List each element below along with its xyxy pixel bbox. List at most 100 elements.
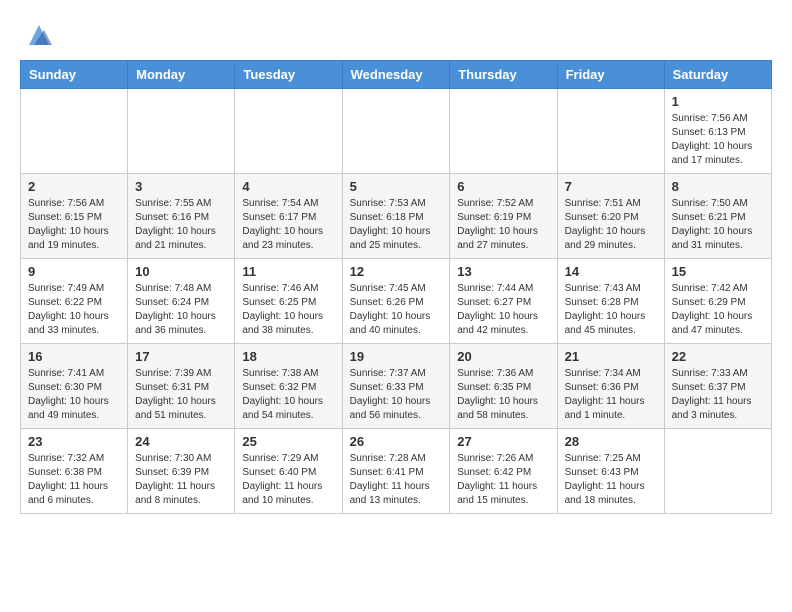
day-info: Sunrise: 7:25 AM Sunset: 6:43 PM Dayligh… bbox=[565, 452, 657, 508]
day-number: 19 bbox=[350, 349, 443, 364]
day-info: Sunrise: 7:52 AM Sunset: 6:19 PM Dayligh… bbox=[457, 197, 549, 253]
day-header-saturday: Saturday bbox=[664, 61, 771, 89]
days-of-week-row: SundayMondayTuesdayWednesdayThursdayFrid… bbox=[21, 61, 772, 89]
day-number: 26 bbox=[350, 434, 443, 449]
day-number: 1 bbox=[672, 94, 764, 109]
calendar-cell bbox=[21, 89, 128, 174]
day-header-friday: Friday bbox=[557, 61, 664, 89]
calendar-cell: 26 Sunrise: 7:28 AM Sunset: 6:41 PM Dayli… bbox=[342, 429, 450, 514]
day-info: Sunrise: 7:29 AM Sunset: 6:40 PM Dayligh… bbox=[242, 452, 334, 508]
day-info: Sunrise: 7:39 AM Sunset: 6:31 PM Dayligh… bbox=[135, 367, 227, 423]
calendar-cell: 13 Sunrise: 7:44 AM Sunset: 6:27 PM Dayli… bbox=[450, 259, 557, 344]
page-header bbox=[20, 20, 772, 50]
day-info: Sunrise: 7:51 AM Sunset: 6:20 PM Dayligh… bbox=[565, 197, 657, 253]
day-number: 6 bbox=[457, 179, 549, 194]
calendar-cell bbox=[342, 89, 450, 174]
day-number: 3 bbox=[135, 179, 227, 194]
day-number: 7 bbox=[565, 179, 657, 194]
day-info: Sunrise: 7:50 AM Sunset: 6:21 PM Dayligh… bbox=[672, 197, 764, 253]
calendar-cell: 5 Sunrise: 7:53 AM Sunset: 6:18 PM Daylig… bbox=[342, 174, 450, 259]
calendar-cell: 22 Sunrise: 7:33 AM Sunset: 6:37 PM Dayli… bbox=[664, 344, 771, 429]
day-header-wednesday: Wednesday bbox=[342, 61, 450, 89]
calendar-cell: 1 Sunrise: 7:56 AM Sunset: 6:13 PM Daylig… bbox=[664, 89, 771, 174]
day-info: Sunrise: 7:56 AM Sunset: 6:13 PM Dayligh… bbox=[672, 112, 764, 168]
calendar-cell: 25 Sunrise: 7:29 AM Sunset: 6:40 PM Dayli… bbox=[235, 429, 342, 514]
calendar-cell: 11 Sunrise: 7:46 AM Sunset: 6:25 PM Dayli… bbox=[235, 259, 342, 344]
calendar-cell: 28 Sunrise: 7:25 AM Sunset: 6:43 PM Dayli… bbox=[557, 429, 664, 514]
day-info: Sunrise: 7:37 AM Sunset: 6:33 PM Dayligh… bbox=[350, 367, 443, 423]
day-number: 12 bbox=[350, 264, 443, 279]
calendar-week-3: 9 Sunrise: 7:49 AM Sunset: 6:22 PM Daylig… bbox=[21, 259, 772, 344]
day-number: 21 bbox=[565, 349, 657, 364]
day-header-monday: Monday bbox=[128, 61, 235, 89]
day-number: 27 bbox=[457, 434, 549, 449]
calendar-cell: 27 Sunrise: 7:26 AM Sunset: 6:42 PM Dayli… bbox=[450, 429, 557, 514]
day-info: Sunrise: 7:53 AM Sunset: 6:18 PM Dayligh… bbox=[350, 197, 443, 253]
calendar-cell: 23 Sunrise: 7:32 AM Sunset: 6:38 PM Dayli… bbox=[21, 429, 128, 514]
day-number: 14 bbox=[565, 264, 657, 279]
day-info: Sunrise: 7:33 AM Sunset: 6:37 PM Dayligh… bbox=[672, 367, 764, 423]
day-header-tuesday: Tuesday bbox=[235, 61, 342, 89]
day-info: Sunrise: 7:42 AM Sunset: 6:29 PM Dayligh… bbox=[672, 282, 764, 338]
day-number: 9 bbox=[28, 264, 120, 279]
day-info: Sunrise: 7:46 AM Sunset: 6:25 PM Dayligh… bbox=[242, 282, 334, 338]
calendar-cell: 2 Sunrise: 7:56 AM Sunset: 6:15 PM Daylig… bbox=[21, 174, 128, 259]
day-info: Sunrise: 7:43 AM Sunset: 6:28 PM Dayligh… bbox=[565, 282, 657, 338]
calendar-cell: 7 Sunrise: 7:51 AM Sunset: 6:20 PM Daylig… bbox=[557, 174, 664, 259]
calendar-cell: 8 Sunrise: 7:50 AM Sunset: 6:21 PM Daylig… bbox=[664, 174, 771, 259]
calendar-week-4: 16Sunrise: 7:41 AM Sunset: 6:30 PM Dayli… bbox=[21, 344, 772, 429]
day-info: Sunrise: 7:30 AM Sunset: 6:39 PM Dayligh… bbox=[135, 452, 227, 508]
calendar-cell bbox=[235, 89, 342, 174]
day-info: Sunrise: 7:56 AM Sunset: 6:15 PM Dayligh… bbox=[28, 197, 120, 253]
calendar-week-2: 2 Sunrise: 7:56 AM Sunset: 6:15 PM Daylig… bbox=[21, 174, 772, 259]
calendar-cell: 14 Sunrise: 7:43 AM Sunset: 6:28 PM Dayli… bbox=[557, 259, 664, 344]
calendar-cell: 10 Sunrise: 7:48 AM Sunset: 6:24 PM Dayli… bbox=[128, 259, 235, 344]
logo-icon bbox=[24, 20, 54, 50]
day-number: 2 bbox=[28, 179, 120, 194]
calendar-cell: 19 Sunrise: 7:37 AM Sunset: 6:33 PM Dayli… bbox=[342, 344, 450, 429]
logo bbox=[20, 20, 54, 50]
day-header-sunday: Sunday bbox=[21, 61, 128, 89]
calendar-cell: 12Sunrise: 7:45 AM Sunset: 6:26 PM Dayli… bbox=[342, 259, 450, 344]
day-info: Sunrise: 7:44 AM Sunset: 6:27 PM Dayligh… bbox=[457, 282, 549, 338]
calendar-body: 1 Sunrise: 7:56 AM Sunset: 6:13 PM Daylig… bbox=[21, 89, 772, 514]
day-info: Sunrise: 7:49 AM Sunset: 6:22 PM Dayligh… bbox=[28, 282, 120, 338]
day-info: Sunrise: 7:34 AM Sunset: 6:36 PM Dayligh… bbox=[565, 367, 657, 423]
day-info: Sunrise: 7:26 AM Sunset: 6:42 PM Dayligh… bbox=[457, 452, 549, 508]
calendar-header: SundayMondayTuesdayWednesdayThursdayFrid… bbox=[21, 61, 772, 89]
day-info: Sunrise: 7:28 AM Sunset: 6:41 PM Dayligh… bbox=[350, 452, 443, 508]
day-number: 28 bbox=[565, 434, 657, 449]
calendar-cell: 20Sunrise: 7:36 AM Sunset: 6:35 PM Dayli… bbox=[450, 344, 557, 429]
calendar-cell: 3 Sunrise: 7:55 AM Sunset: 6:16 PM Daylig… bbox=[128, 174, 235, 259]
calendar-cell bbox=[128, 89, 235, 174]
calendar-cell bbox=[557, 89, 664, 174]
calendar-week-1: 1 Sunrise: 7:56 AM Sunset: 6:13 PM Daylig… bbox=[21, 89, 772, 174]
day-info: Sunrise: 7:48 AM Sunset: 6:24 PM Dayligh… bbox=[135, 282, 227, 338]
day-number: 4 bbox=[242, 179, 334, 194]
calendar-cell bbox=[450, 89, 557, 174]
day-number: 10 bbox=[135, 264, 227, 279]
day-number: 13 bbox=[457, 264, 549, 279]
calendar-cell: 6 Sunrise: 7:52 AM Sunset: 6:19 PM Daylig… bbox=[450, 174, 557, 259]
calendar-cell bbox=[664, 429, 771, 514]
calendar-table: SundayMondayTuesdayWednesdayThursdayFrid… bbox=[20, 60, 772, 514]
calendar-cell: 4 Sunrise: 7:54 AM Sunset: 6:17 PM Daylig… bbox=[235, 174, 342, 259]
day-header-thursday: Thursday bbox=[450, 61, 557, 89]
day-number: 23 bbox=[28, 434, 120, 449]
day-info: Sunrise: 7:32 AM Sunset: 6:38 PM Dayligh… bbox=[28, 452, 120, 508]
day-number: 22 bbox=[672, 349, 764, 364]
day-number: 25 bbox=[242, 434, 334, 449]
calendar-cell: 16Sunrise: 7:41 AM Sunset: 6:30 PM Dayli… bbox=[21, 344, 128, 429]
calendar-cell: 24 Sunrise: 7:30 AM Sunset: 6:39 PM Dayli… bbox=[128, 429, 235, 514]
day-info: Sunrise: 7:41 AM Sunset: 6:30 PM Dayligh… bbox=[28, 367, 120, 423]
day-number: 11 bbox=[242, 264, 334, 279]
calendar-cell: 18Sunrise: 7:38 AM Sunset: 6:32 PM Dayli… bbox=[235, 344, 342, 429]
calendar-cell: 21 Sunrise: 7:34 AM Sunset: 6:36 PM Dayli… bbox=[557, 344, 664, 429]
day-number: 5 bbox=[350, 179, 443, 194]
day-info: Sunrise: 7:55 AM Sunset: 6:16 PM Dayligh… bbox=[135, 197, 227, 253]
day-number: 24 bbox=[135, 434, 227, 449]
day-number: 8 bbox=[672, 179, 764, 194]
day-info: Sunrise: 7:54 AM Sunset: 6:17 PM Dayligh… bbox=[242, 197, 334, 253]
day-number: 18 bbox=[242, 349, 334, 364]
day-number: 20 bbox=[457, 349, 549, 364]
